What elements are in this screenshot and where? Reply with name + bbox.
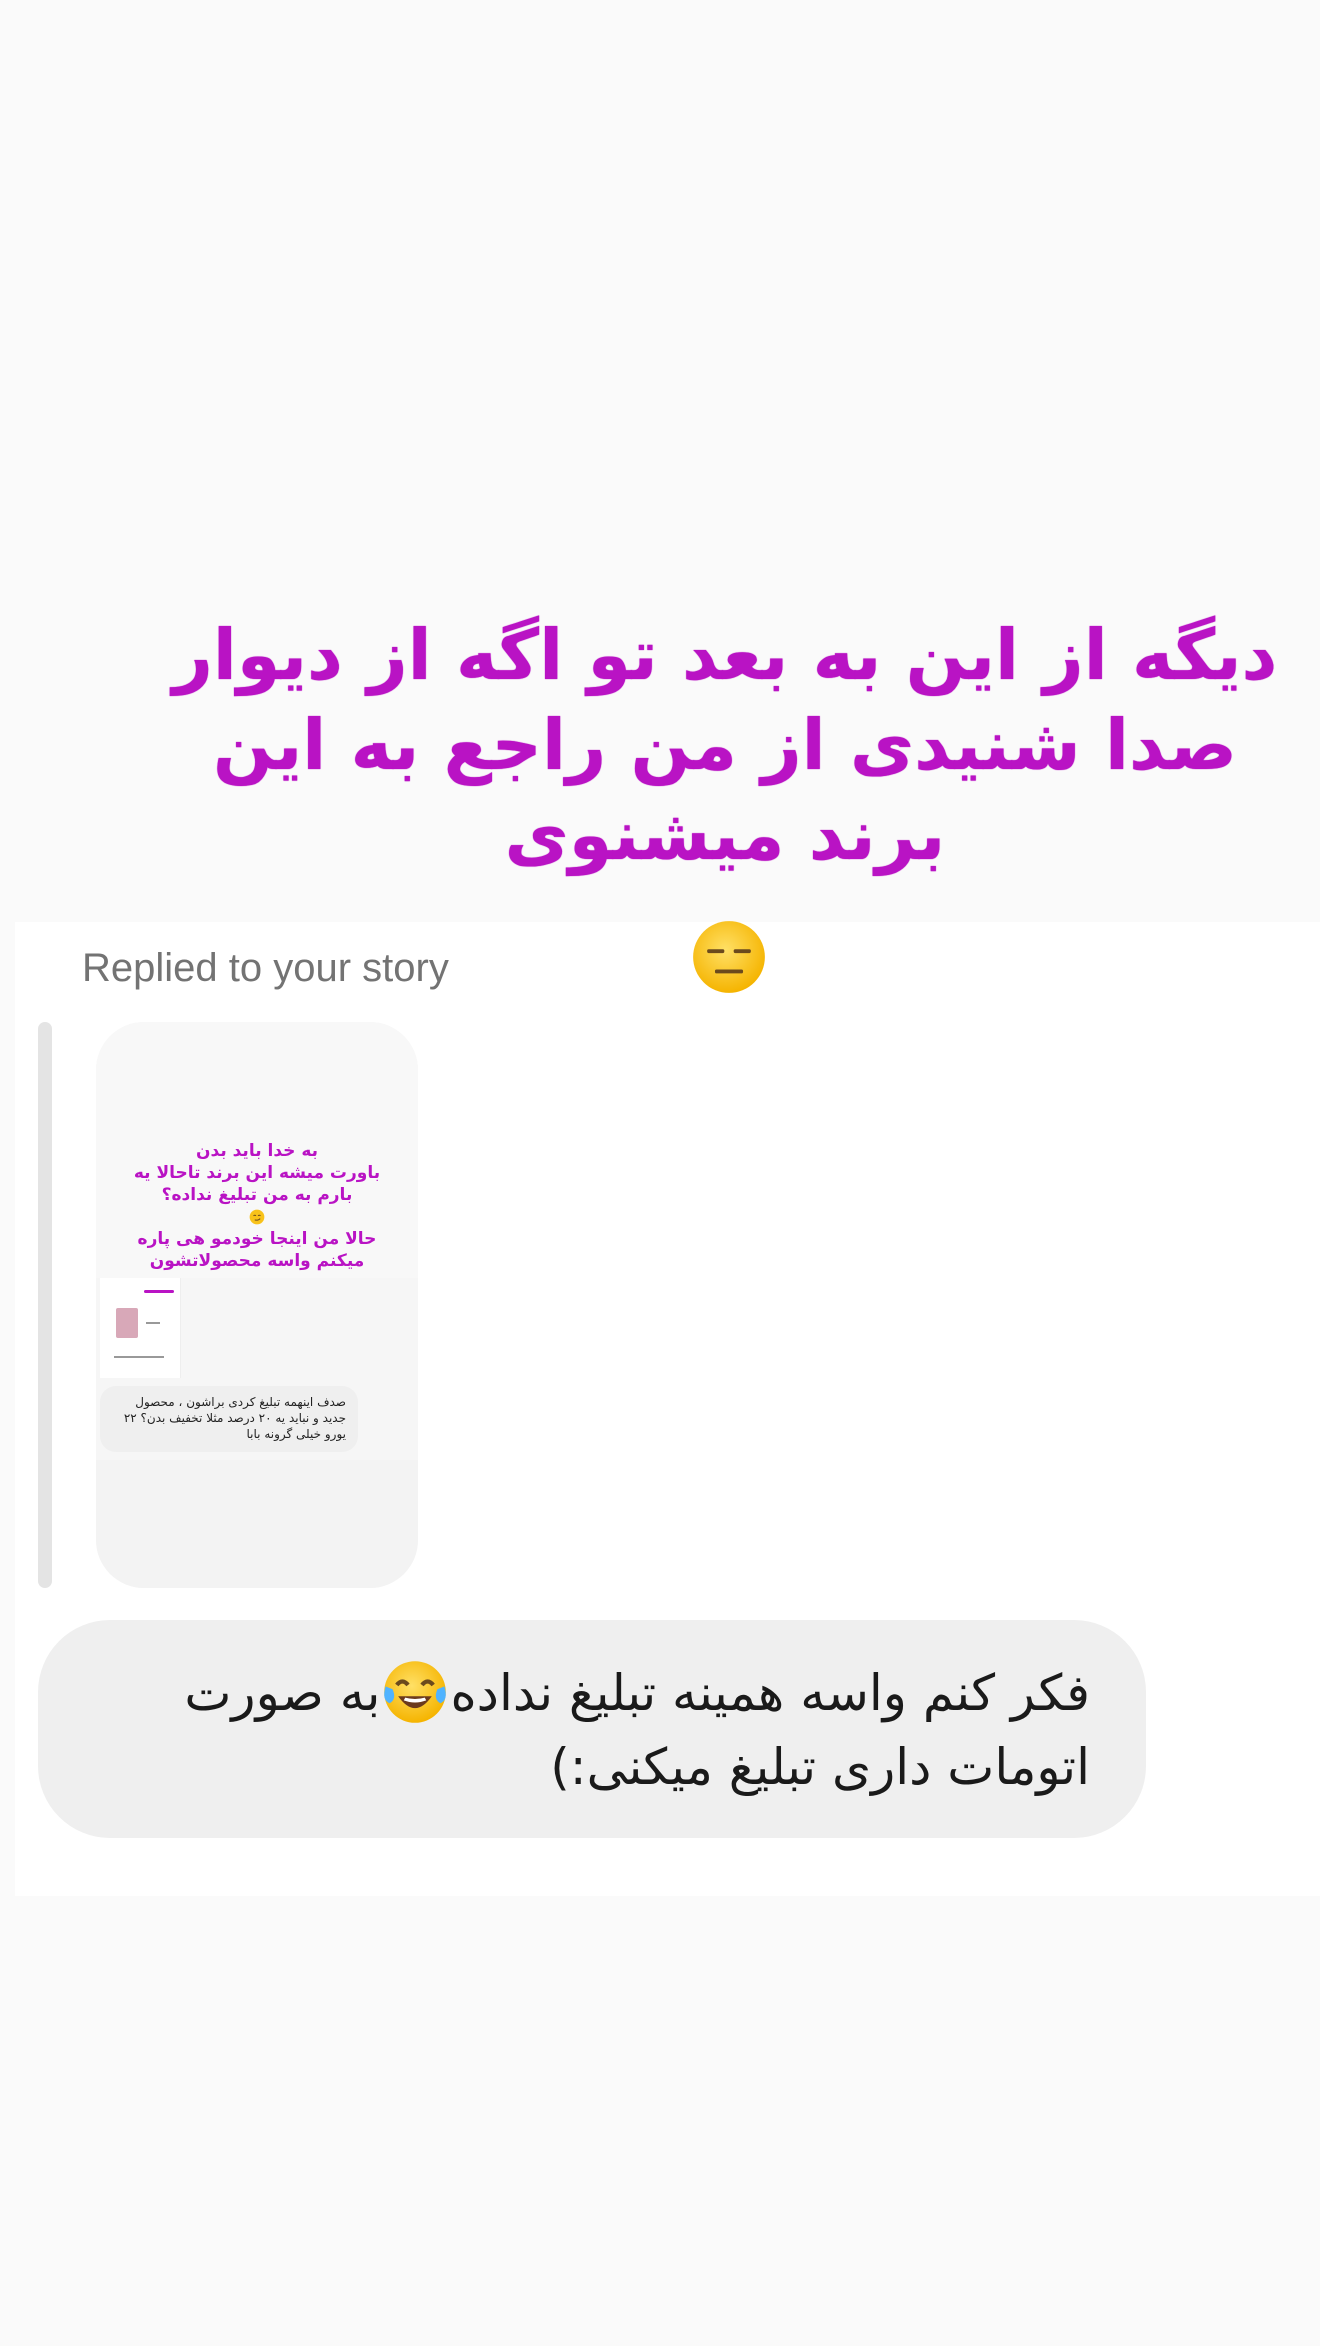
reply-quote-bar: [38, 1022, 52, 1588]
story-overlay-line-1: دیگه از این به بعد تو اگه از دیوار: [172, 614, 1278, 696]
story-preview-line-3: بارم به من تبلیغ نداده؟: [161, 1185, 353, 1205]
nested-comment-bubble: صدف اینهمه تبلیغ کردی براشون ، محصول جدی…: [100, 1386, 358, 1452]
story-preview-line-5: میکنم واسه محصولاتشون: [149, 1251, 365, 1271]
story-preview-line-2: باورت میشه این برند تاحالا یه: [133, 1163, 381, 1183]
nested-comment-line-3: یورو خیلی گرونه بابا: [246, 1427, 346, 1441]
tears-of-joy-icon: [384, 1660, 447, 1723]
story-preview-text: به خدا باید بدن باورت میشه این برند تاحا…: [96, 1140, 418, 1272]
nested-story-mark: [146, 1322, 160, 1324]
story-preview-line-1: به خدا باید بدن: [195, 1141, 319, 1161]
message-text: فکر کنم واسه همینه تبلیغ نداده به صورت ا…: [80, 1656, 1090, 1804]
story-preview-bottom: [96, 1460, 418, 1588]
story-preview-thumbnail[interactable]: به خدا باید بدن باورت میشه این برند تاحا…: [96, 1022, 418, 1588]
story-overlay-line-2: صدا شنیدی از من راجع به این: [212, 704, 1238, 786]
smirk-face-icon: [249, 1209, 265, 1225]
nested-story-title-mark: [144, 1290, 174, 1293]
story-overlay-line-3: برند میشنوی: [504, 794, 946, 876]
replied-to-story-label: Replied to your story: [82, 946, 449, 990]
nested-comment-line-1: صدف اینهمه تبلیغ کردی براشون ، محصول: [135, 1395, 346, 1409]
expressionless-face-icon: [693, 921, 765, 993]
nested-story-thumbnail: [100, 1278, 181, 1378]
message-part-1: فکر کنم واسه همینه تبلیغ نداده: [450, 1664, 1090, 1722]
nested-story-caption-mark: [114, 1356, 164, 1358]
nested-story-image: [116, 1308, 138, 1338]
story-preview-emoji: [96, 1206, 418, 1228]
story-preview-line-4: حالا من اینجا خودمو هی پاره: [137, 1229, 377, 1249]
nested-comment-line-2: جدید و نباید یه ۲۰ درصد مثلا تخفیف بدن؟ …: [123, 1411, 346, 1425]
story-overlay-text: دیگه از این به بعد تو اگه از دیوار صدا ش…: [160, 610, 1290, 880]
